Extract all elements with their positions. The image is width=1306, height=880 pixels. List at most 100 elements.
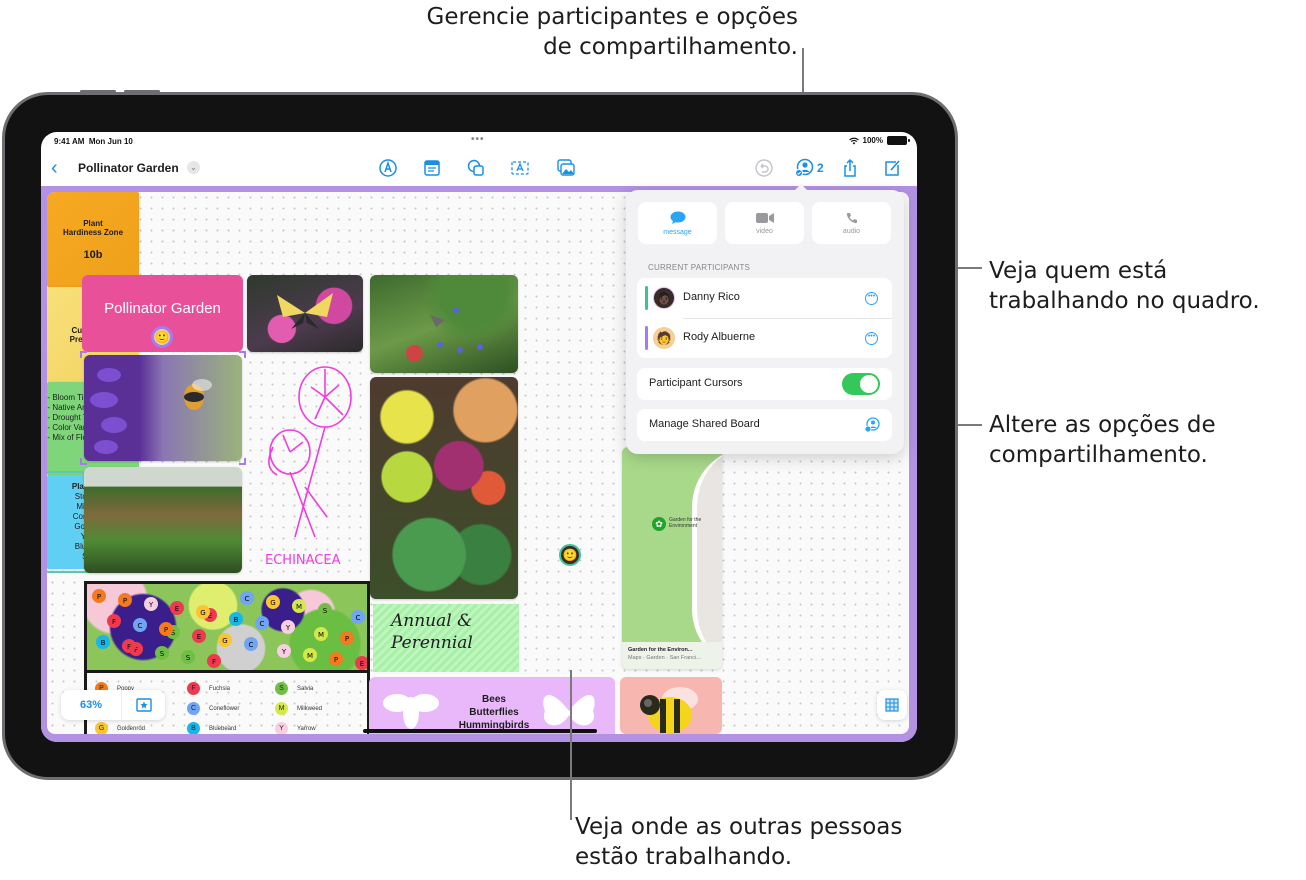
legend-marker: S — [275, 682, 288, 695]
audio-label: audio — [842, 227, 861, 235]
message-button[interactable]: message — [638, 202, 717, 244]
legend-item: M Milkweed — [275, 702, 322, 715]
bee-silhouette-icon — [383, 694, 439, 729]
svg-text:M: M — [318, 631, 324, 639]
plan-marker: M — [314, 627, 328, 641]
svg-text:Y: Y — [148, 601, 154, 609]
sticky-hardiness-zone[interactable]: Plant Hardiness Zone 10b — [47, 192, 139, 287]
scene-favorites-button[interactable] — [122, 698, 165, 712]
selection-handle[interactable] — [239, 458, 246, 465]
zoom-control[interactable]: 63% — [61, 690, 165, 720]
more-options-icon[interactable]: ••• — [865, 292, 878, 305]
plan-marker: Y — [144, 597, 158, 611]
hummingbird-photo[interactable] — [370, 275, 518, 373]
manage-sharing-icon — [864, 417, 880, 433]
butterfly-photo[interactable] — [247, 275, 363, 352]
plants-aerial-photo[interactable] — [370, 377, 518, 599]
svg-text:M: M — [296, 603, 302, 611]
video-camera-icon — [755, 212, 774, 223]
participant-cursors-label: Participant Cursors — [649, 377, 743, 389]
participant-cursor-avatar: 🙂 — [559, 544, 581, 566]
participant-row[interactable]: 🧑 Rody Albuerne ••• — [637, 318, 892, 358]
participant-color-bar — [645, 286, 648, 310]
media-icon[interactable] — [555, 157, 577, 179]
multitasking-dots[interactable]: ••• — [471, 134, 485, 145]
butterfly-silhouette-icon — [543, 695, 595, 726]
plan-marker: E — [355, 656, 367, 670]
undo-icon[interactable] — [753, 157, 775, 179]
more-options-icon[interactable]: ••• — [865, 332, 878, 345]
planting-plan-drawing[interactable]: PFSECYMCPSEBGMPFYSGCMPBCEFCYSEFPG — [84, 581, 370, 673]
legend-item: F Fuchsia — [187, 682, 230, 695]
bee-image-card[interactable] — [620, 677, 722, 734]
audio-button[interactable]: audio — [812, 202, 891, 244]
note-icon[interactable] — [421, 157, 443, 179]
battery-icon — [887, 136, 910, 145]
map-card[interactable]: ✿ Garden for the Environment Garden for … — [622, 447, 722, 669]
share-icon[interactable] — [839, 157, 861, 179]
plan-marker: G — [196, 605, 210, 619]
plan-marker: G — [218, 633, 232, 647]
bee-salvia-photo[interactable] — [84, 355, 242, 461]
participant-name: Danny Rico — [683, 291, 740, 303]
legend-item: S Salvia — [275, 682, 313, 695]
svg-text:Y: Y — [285, 624, 291, 632]
legend-label: Fuchsia — [209, 685, 231, 692]
participant-row[interactable]: 🧑🏿 Danny Rico ••• — [637, 278, 892, 319]
grid-toggle-button[interactable] — [877, 690, 907, 720]
selection-handle[interactable] — [80, 458, 87, 465]
zoom-level[interactable]: 63% — [61, 699, 121, 711]
participant-color-bar — [645, 326, 648, 350]
plan-marker: C — [351, 610, 365, 624]
legend-label: Salvia — [297, 685, 314, 692]
phone-icon — [846, 212, 857, 223]
chevron-down-icon[interactable]: ⌄ — [187, 161, 200, 174]
map-pin-label: Garden for the Environment — [669, 517, 702, 529]
battery-percent: 100% — [862, 136, 883, 145]
back-button[interactable]: ‹ — [51, 158, 58, 178]
selection-handle[interactable] — [80, 351, 87, 358]
svg-text:E: E — [175, 605, 179, 613]
legend-marker: G — [95, 722, 108, 734]
board-title[interactable]: Pollinator Garden — [78, 161, 179, 175]
map-road — [692, 447, 722, 669]
legend-item: B Bluebeard — [187, 722, 236, 734]
plan-marker: M — [303, 648, 317, 662]
pollinators-card[interactable]: Bees Butterflies Hummingbirds — [369, 677, 615, 734]
compose-icon[interactable] — [881, 157, 903, 179]
video-button[interactable]: video — [725, 202, 804, 244]
shape-icon[interactable] — [465, 157, 487, 179]
plan-marker: P — [118, 593, 132, 607]
annual-perennial-note[interactable]: Annual & Perennial — [373, 604, 519, 672]
svg-text:Y: Y — [281, 648, 287, 656]
svg-text:M: M — [307, 652, 313, 660]
pollinator-line: Bees — [482, 694, 506, 705]
map-pin-icon[interactable]: ✿ — [652, 517, 666, 531]
text-box-icon[interactable] — [509, 157, 531, 179]
participant-name: Rody Albuerne — [683, 331, 756, 343]
selection-handle[interactable] — [239, 351, 246, 358]
manage-shared-board-row[interactable]: Manage Shared Board — [637, 409, 892, 441]
echinacea-sketch[interactable]: ECHINACEA — [255, 357, 365, 572]
pen-icon[interactable] — [377, 157, 399, 179]
callout-leader-bottom — [570, 670, 572, 820]
svg-text:G: G — [270, 599, 275, 607]
participant-cursors-toggle[interactable] — [842, 373, 880, 395]
callout-line: Altere as opções de — [989, 412, 1216, 438]
svg-text:B: B — [101, 639, 106, 647]
svg-text:P: P — [345, 635, 349, 643]
garden-bed-photo[interactable] — [84, 467, 242, 573]
svg-text:C: C — [249, 641, 254, 649]
collaboration-icon[interactable] — [793, 157, 815, 179]
legend-marker: C — [187, 702, 200, 715]
plan-marker: C — [240, 591, 254, 605]
callout-line: Gerencie participantes e opções — [426, 4, 798, 30]
participant-count[interactable]: 2 — [817, 161, 824, 175]
manage-shared-board-label: Manage Shared Board — [649, 418, 760, 430]
legend-item: G Goldenrod — [95, 722, 145, 734]
svg-text:P: P — [123, 597, 127, 605]
home-indicator[interactable] — [363, 729, 597, 733]
svg-text:E: E — [197, 633, 201, 641]
svg-text:S: S — [186, 654, 191, 662]
status-bar: 9:41 AM Mon Jun 10 ••• 100% — [41, 132, 917, 152]
